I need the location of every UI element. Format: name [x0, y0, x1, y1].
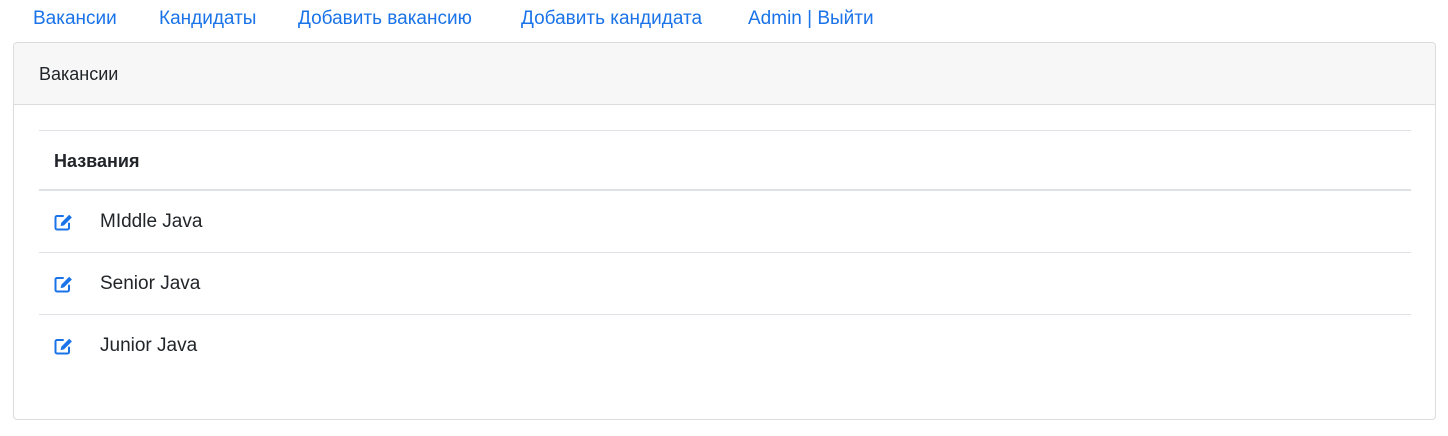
edit-icon[interactable] — [54, 275, 74, 293]
nav-link-logout[interactable]: Admin | Выйти — [748, 7, 874, 31]
nav-link-vacancies[interactable]: Вакансии — [33, 7, 117, 31]
edit-icon[interactable] — [54, 213, 74, 231]
vacancies-card: Вакансии Названия MIddle Java Senior Jav… — [13, 42, 1436, 420]
edit-icon[interactable] — [54, 337, 74, 355]
nav-link-add-vacancy[interactable]: Добавить вакансию — [298, 7, 472, 31]
top-nav: Вакансии Кандидаты Добавить вакансию Доб… — [0, 0, 1448, 38]
column-header-names: Названия — [54, 151, 140, 171]
vacancy-name: Junior Java — [100, 335, 198, 356]
vacancy-name: Senior Java — [100, 273, 201, 294]
nav-link-add-candidate[interactable]: Добавить кандидата — [521, 7, 702, 31]
card-header: Вакансии — [14, 43, 1435, 105]
table-row: Junior Java — [39, 315, 1411, 377]
vacancies-table: Названия MIddle Java Senior Java Junior … — [39, 130, 1411, 377]
nav-link-candidates[interactable]: Кандидаты — [159, 7, 256, 31]
table-row: Senior Java — [39, 253, 1411, 315]
card-title: Вакансии — [39, 64, 119, 84]
vacancy-name: MIddle Java — [100, 211, 203, 232]
table-header: Названия — [39, 130, 1411, 191]
table-row: MIddle Java — [39, 191, 1411, 253]
